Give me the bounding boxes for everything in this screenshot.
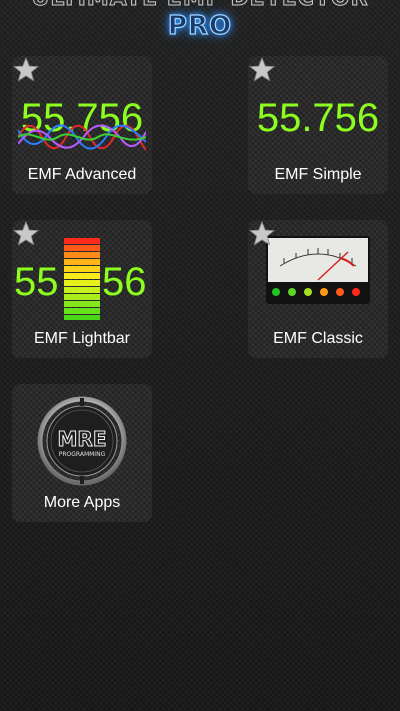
app-header: ULTIMATE EMF DETECTOR PRO — [0, 0, 400, 46]
app-subtitle: PRO — [167, 11, 233, 41]
tile-emf-advanced[interactable]: 55.756 EMF Advanced — [12, 56, 152, 194]
tile-label: EMF Classic — [273, 330, 363, 347]
reading-value-right: 56 — [102, 260, 147, 304]
tile-label: EMF Simple — [274, 166, 362, 183]
reading-value-left: 55 — [14, 260, 59, 304]
tile-label: EMF Lightbar — [33, 330, 131, 347]
waveform-graphic — [18, 124, 146, 151]
lightbar-graphic — [64, 238, 100, 320]
star-icon[interactable] — [248, 220, 276, 248]
logo-text-programming: PROGRAMMING — [59, 451, 106, 458]
mre-programming-logo: MRE PROGRAMMING — [37, 396, 127, 486]
star-icon[interactable] — [12, 220, 40, 248]
tile-label: More Apps — [43, 494, 121, 511]
star-icon[interactable] — [12, 56, 40, 84]
tile-label: EMF Advanced — [27, 166, 137, 183]
tile-emf-classic[interactable]: EMF Classic — [248, 220, 388, 358]
app-screen: ULTIMATE EMF DETECTOR PRO 55.756 EMF Adv… — [0, 0, 400, 711]
tile-emf-simple[interactable]: 55.756 EMF Simple — [248, 56, 388, 194]
tile-emf-lightbar[interactable]: 55 56 EMF Lightbar — [12, 220, 152, 358]
reading-value: 55.756 — [256, 96, 380, 140]
logo-text-mre: MRE — [58, 427, 107, 451]
tile-more-apps[interactable]: MRE PROGRAMMING More Apps — [12, 384, 152, 522]
analog-meter-graphic — [266, 236, 370, 304]
star-icon[interactable] — [248, 56, 276, 84]
